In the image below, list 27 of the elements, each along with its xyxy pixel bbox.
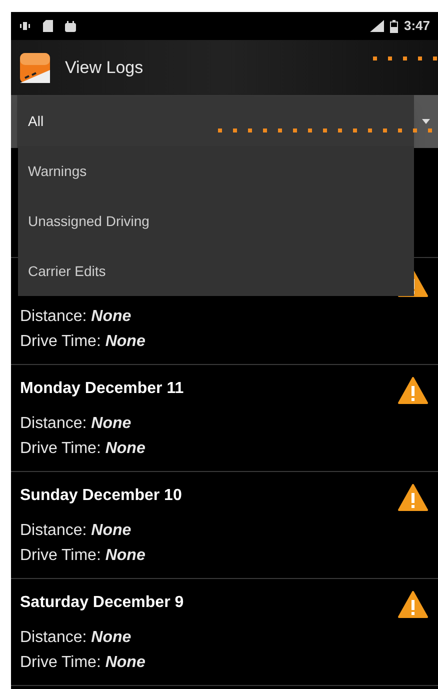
signal-icon bbox=[370, 20, 384, 32]
app-logo-icon[interactable] bbox=[19, 52, 51, 84]
dropdown-option[interactable]: Warnings bbox=[18, 146, 414, 196]
drive-time-text: Drive Time: None bbox=[20, 439, 146, 459]
drive-time-text: Drive Time: None bbox=[20, 653, 146, 673]
screen-title: View Logs bbox=[65, 56, 144, 79]
android-icon bbox=[65, 20, 76, 32]
log-row[interactable]: Monday December 11 Distance: None Drive Time: None bbox=[11, 365, 438, 472]
clock-time: 3:47 bbox=[404, 17, 430, 36]
battery-icon bbox=[390, 20, 398, 32]
distance-text: Distance: None bbox=[20, 414, 132, 434]
log-row[interactable]: Saturday December 9 Distance: None Drive Time: None bbox=[11, 579, 438, 686]
dropdown-caret-icon bbox=[422, 119, 430, 124]
drive-time-text: Drive Time: None bbox=[20, 546, 146, 566]
callout-dotted-line bbox=[371, 56, 438, 61]
distance-text: Distance: None bbox=[20, 628, 132, 648]
log-date: Sunday December 10 bbox=[20, 486, 182, 506]
drive-time-text: Drive Time: None bbox=[20, 332, 146, 352]
log-date: Saturday December 9 bbox=[20, 593, 184, 613]
dropdown-option[interactable]: All bbox=[18, 96, 414, 146]
log-row[interactable]: Sunday December 10 Distance: None Drive Time: None bbox=[11, 472, 438, 579]
dropdown-option[interactable]: Unassigned Driving bbox=[18, 196, 414, 246]
distance-text: Distance: None bbox=[20, 307, 132, 327]
log-date: Monday December 11 bbox=[20, 379, 184, 399]
vibrate-icon bbox=[19, 21, 31, 31]
distance-text: Distance: None bbox=[20, 521, 132, 541]
sd-card-icon bbox=[43, 20, 53, 32]
